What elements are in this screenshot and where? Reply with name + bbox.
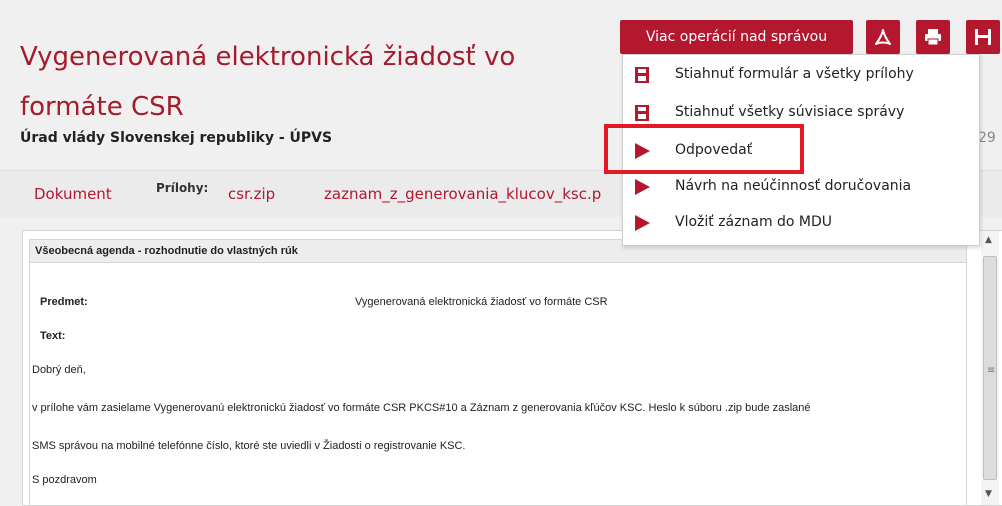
grip-icon: ≡ xyxy=(987,365,996,376)
subject-label: Predmet: xyxy=(40,296,88,308)
message-body: Všeobecná agenda - rozhodnutie do vlastn… xyxy=(29,239,967,505)
page-title: Vygenerovaná elektronická žiadosť vo for… xyxy=(20,42,516,122)
save-button[interactable] xyxy=(966,20,1000,54)
save-icon xyxy=(635,67,649,83)
attachment-csr-zip[interactable]: csr.zip xyxy=(228,185,275,203)
menu-item-download-form[interactable]: Stiahnuť formulár a všetky prílohy xyxy=(623,57,979,93)
greeting-text: Dobrý deň, xyxy=(32,364,86,376)
attachment-key-log[interactable]: zaznam_z_generovania_klucov_ksc.p xyxy=(324,185,601,203)
message-panel: Všeobecná agenda - rozhodnutie do vlastn… xyxy=(22,230,1002,506)
menu-item-insert-mdu[interactable]: Vložiť záznam do MDU xyxy=(623,205,979,241)
save-icon xyxy=(635,105,649,121)
closing-text: S pozdravom xyxy=(32,474,97,486)
print-icon xyxy=(925,29,941,46)
pdf-button[interactable] xyxy=(866,20,900,54)
scroll-down-icon[interactable]: ▼ xyxy=(985,489,992,499)
vertical-scrollbar[interactable]: ▲ ≡ ▼ xyxy=(981,231,999,505)
scroll-up-icon[interactable]: ▲ xyxy=(985,235,992,245)
play-icon xyxy=(635,179,650,195)
attachments-label: Prílohy: xyxy=(156,181,209,195)
more-operations-button[interactable]: Viac operácií nad správou xyxy=(620,20,853,54)
save-icon xyxy=(975,29,991,45)
highlight-box xyxy=(604,124,804,174)
body-line-2: SMS správou na mobilné telefónne číslo, … xyxy=(32,440,466,452)
scrollbar-thumb[interactable]: ≡ xyxy=(983,256,997,480)
print-button[interactable] xyxy=(916,20,950,54)
body-line-1: v prílohe vám zasielame Vygenerovanú ele… xyxy=(32,402,811,414)
menu-item-ineffective-delivery[interactable]: Návrh na neúčinnosť doručovania xyxy=(623,169,979,205)
pdf-icon xyxy=(875,29,891,45)
play-icon xyxy=(635,215,650,231)
reference-fragment: 29 xyxy=(978,130,996,146)
sender-organization: Úrad vlády Slovenskej republiky - ÚPVS xyxy=(20,130,333,146)
text-label: Text: xyxy=(40,330,66,342)
subject-value: Vygenerovaná elektronická žiadosť vo for… xyxy=(355,296,608,308)
tab-document[interactable]: Dokument xyxy=(34,185,112,203)
